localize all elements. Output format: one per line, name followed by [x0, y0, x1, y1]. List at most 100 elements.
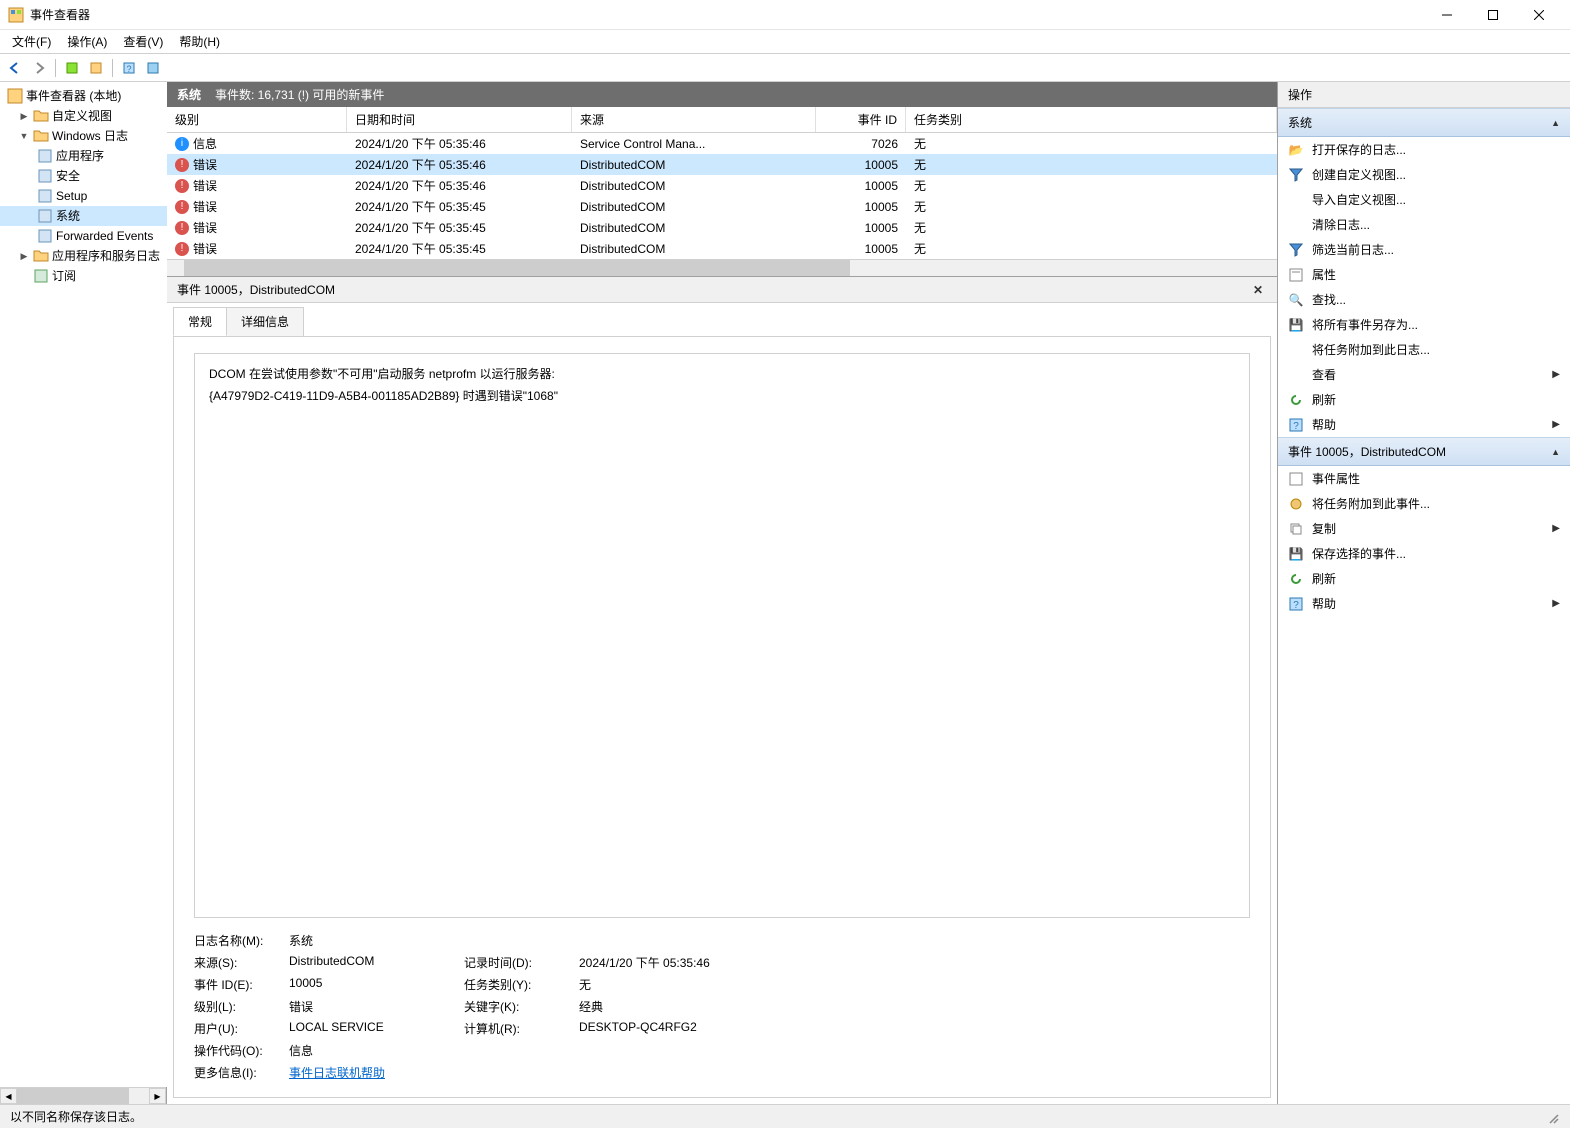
action-help2[interactable]: ?帮助▶: [1278, 591, 1570, 616]
actions-group-label: 事件 10005，DistributedCOM: [1288, 443, 1446, 460]
tab-general[interactable]: 常规: [173, 307, 227, 336]
save-icon: 💾: [1288, 317, 1304, 333]
action-label: 事件属性: [1312, 470, 1360, 487]
action-import-custom[interactable]: 导入自定义视图...: [1278, 187, 1570, 212]
label-source: 来源(S):: [194, 954, 289, 971]
list-title: 系统: [177, 86, 201, 103]
action-clear-log[interactable]: 清除日志...: [1278, 212, 1570, 237]
event-row[interactable]: i信息2024/1/20 下午 05:35:46Service Control …: [167, 133, 1277, 154]
resize-grip-icon[interactable]: [1544, 1109, 1560, 1125]
menu-action[interactable]: 操作(A): [59, 30, 115, 53]
help-button[interactable]: ?: [118, 57, 140, 79]
action-help[interactable]: ?帮助▶: [1278, 412, 1570, 437]
detail-close-button[interactable]: ✕: [1249, 283, 1267, 297]
cell-source: DistributedCOM: [572, 196, 816, 217]
back-button[interactable]: [4, 57, 26, 79]
list-body[interactable]: i信息2024/1/20 下午 05:35:46Service Control …: [167, 133, 1277, 259]
tree-subscriptions[interactable]: ▶ 订阅: [0, 266, 167, 286]
tree-system[interactable]: 系统: [0, 206, 167, 226]
col-datetime[interactable]: 日期和时间: [347, 107, 572, 132]
tree-setup[interactable]: Setup: [0, 186, 167, 206]
action-save-selected[interactable]: 💾保存选择的事件...: [1278, 541, 1570, 566]
action-refresh[interactable]: 刷新: [1278, 387, 1570, 412]
event-row[interactable]: !错误2024/1/20 下午 05:35:45DistributedCOM10…: [167, 217, 1277, 238]
action-properties[interactable]: 属性: [1278, 262, 1570, 287]
cell-source: DistributedCOM: [572, 238, 816, 259]
moreinfo-link[interactable]: 事件日志联机帮助: [289, 1066, 385, 1080]
cell-eventid: 10005: [816, 217, 906, 238]
menu-view[interactable]: 查看(V): [115, 30, 171, 53]
tree-app-services[interactable]: ▶ 应用程序和服务日志: [0, 246, 167, 266]
col-task[interactable]: 任务类别: [906, 107, 1277, 132]
label-logname: 日志名称(M):: [194, 932, 289, 949]
close-button[interactable]: [1516, 0, 1562, 30]
menu-file[interactable]: 文件(F): [4, 30, 59, 53]
action-filter-current[interactable]: 筛选当前日志...: [1278, 237, 1570, 262]
chevron-right-icon: ▶: [1552, 523, 1560, 534]
expander-icon[interactable]: ▶: [18, 107, 30, 125]
action-label: 将所有事件另存为...: [1312, 316, 1418, 333]
app-icon: [8, 7, 24, 23]
list-count: 事件数: 16,731 (!) 可用的新事件: [215, 86, 384, 103]
forward-button[interactable]: [28, 57, 50, 79]
tree-security[interactable]: 安全: [0, 166, 167, 186]
col-eventid[interactable]: 事件 ID: [816, 107, 906, 132]
maximize-button[interactable]: [1470, 0, 1516, 30]
action-create-custom[interactable]: 创建自定义视图...: [1278, 162, 1570, 187]
event-list: 级别 日期和时间 来源 事件 ID 任务类别 i信息2024/1/20 下午 0…: [167, 107, 1277, 277]
tree-hscroll[interactable]: ◀▶: [0, 1087, 166, 1104]
event-row[interactable]: !错误2024/1/20 下午 05:35:46DistributedCOM10…: [167, 154, 1277, 175]
minimize-button[interactable]: [1424, 0, 1470, 30]
log-icon: [37, 208, 53, 224]
action-open-saved[interactable]: 📂打开保存的日志...: [1278, 137, 1570, 162]
toolbar-btn-1[interactable]: [61, 57, 83, 79]
list-hscroll[interactable]: [167, 259, 1277, 276]
cell-datetime: 2024/1/20 下午 05:35:46: [347, 133, 572, 154]
actions-group-event[interactable]: 事件 10005，DistributedCOM ▲: [1278, 437, 1570, 466]
action-label: 清除日志...: [1312, 216, 1370, 233]
list-columns: 级别 日期和时间 来源 事件 ID 任务类别: [167, 107, 1277, 133]
toolbar-btn-2[interactable]: [85, 57, 107, 79]
action-attach-task[interactable]: 将任务附加到此日志...: [1278, 337, 1570, 362]
cell-task: 无: [906, 217, 1277, 238]
tree-forwarded[interactable]: Forwarded Events: [0, 226, 167, 246]
collapse-icon[interactable]: ▲: [1551, 118, 1560, 128]
cell-level: 信息: [193, 135, 217, 152]
tree-custom-views[interactable]: ▶ 自定义视图: [0, 106, 167, 126]
action-copy[interactable]: 复制▶: [1278, 516, 1570, 541]
expander-icon[interactable]: ▶: [18, 247, 30, 265]
tree-label: Forwarded Events: [56, 227, 153, 245]
action-save-all[interactable]: 💾 将所有事件另存为...: [1278, 312, 1570, 337]
toolbar-btn-4[interactable]: [142, 57, 164, 79]
col-source[interactable]: 来源: [572, 107, 816, 132]
tree-panel[interactable]: 事件查看器 (本地) ▶ 自定义视图 ▼ Windows 日志 应用程序 安全 …: [0, 82, 167, 1087]
tab-details[interactable]: 详细信息: [226, 307, 304, 336]
action-attach-to-event[interactable]: 将任务附加到此事件...: [1278, 491, 1570, 516]
event-row[interactable]: !错误2024/1/20 下午 05:35:46DistributedCOM10…: [167, 175, 1277, 196]
tree-root[interactable]: 事件查看器 (本地): [0, 86, 167, 106]
tree-application[interactable]: 应用程序: [0, 146, 167, 166]
menu-help[interactable]: 帮助(H): [171, 30, 228, 53]
cell-task: 无: [906, 175, 1277, 196]
cell-task: 无: [906, 133, 1277, 154]
cell-level: 错误: [193, 219, 217, 236]
status-text: 以不同名称保存该日志。: [10, 1108, 142, 1125]
find-icon: 🔍: [1288, 292, 1304, 308]
actions-group-system[interactable]: 系统 ▲: [1278, 108, 1570, 137]
actions-panel: 操作 系统 ▲ 📂打开保存的日志... 创建自定义视图... 导入自定义视图..…: [1278, 82, 1570, 1104]
action-refresh2[interactable]: 刷新: [1278, 566, 1570, 591]
collapse-icon[interactable]: ▲: [1551, 447, 1560, 457]
refresh-icon: [1288, 392, 1304, 408]
action-view[interactable]: 查看▶: [1278, 362, 1570, 387]
expander-icon[interactable]: ▼: [18, 127, 30, 145]
tree-windows-logs[interactable]: ▼ Windows 日志: [0, 126, 167, 146]
label-level: 级别(L):: [194, 998, 289, 1015]
window-title: 事件查看器: [30, 6, 1424, 23]
col-level[interactable]: 级别: [167, 107, 347, 132]
action-find[interactable]: 🔍查找...: [1278, 287, 1570, 312]
event-row[interactable]: !错误2024/1/20 下午 05:35:45DistributedCOM10…: [167, 196, 1277, 217]
action-event-props[interactable]: 事件属性: [1278, 466, 1570, 491]
detail-content: DCOM 在尝试使用参数"不可用"启动服务 netprofm 以运行服务器: {…: [173, 336, 1271, 1098]
event-row[interactable]: !错误2024/1/20 下午 05:35:45DistributedCOM10…: [167, 238, 1277, 259]
folder-icon: [33, 108, 49, 124]
